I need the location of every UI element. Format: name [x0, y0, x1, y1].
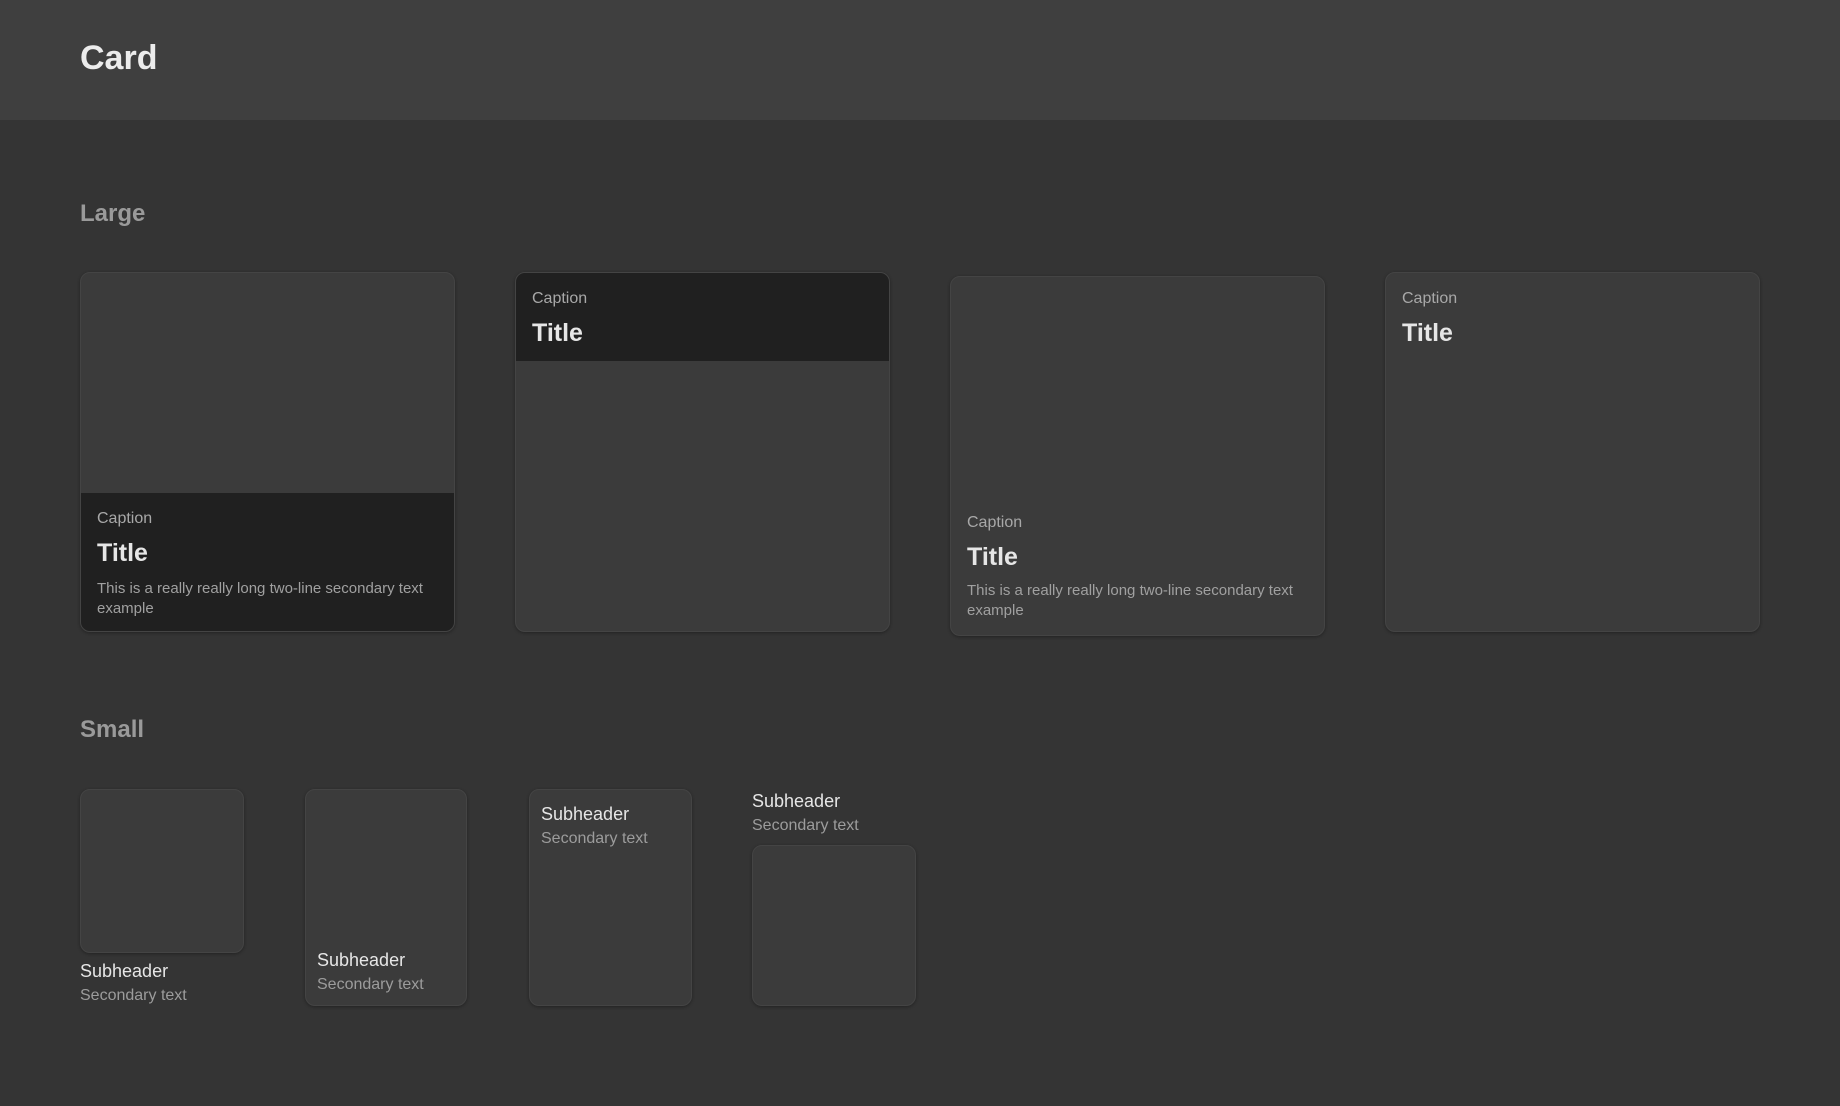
- small-card-image[interactable]: [752, 845, 916, 1006]
- small-card-subheader: Subheader: [752, 791, 841, 811]
- small-card-subheader: Subheader: [80, 961, 169, 981]
- card-title: Title: [97, 539, 148, 567]
- app-header: Card: [0, 0, 1840, 120]
- section-title-small: Small: [80, 716, 145, 743]
- card-title: Title: [532, 319, 583, 347]
- page-title: Card: [80, 39, 158, 77]
- small-card-3[interactable]: Subheader Secondary text: [529, 789, 692, 1006]
- card-text-panel: Caption Title This is a really really lo…: [81, 493, 454, 631]
- card-secondary-text: This is a really really long two-line se…: [97, 580, 423, 617]
- small-card-2[interactable]: Subheader Secondary text: [305, 789, 467, 1006]
- large-card-4[interactable]: Caption Title: [1385, 272, 1760, 632]
- small-card-secondary-text: Secondary text: [317, 976, 424, 993]
- card-caption: Caption: [97, 510, 153, 527]
- small-card-secondary-text: Secondary text: [80, 987, 187, 1004]
- small-card-secondary-text: Secondary text: [541, 830, 648, 847]
- card-header-panel: Caption Title: [516, 273, 889, 361]
- card-caption: Caption: [532, 290, 588, 307]
- small-card-subheader: Subheader: [317, 950, 406, 970]
- card-title: Title: [1402, 319, 1453, 347]
- card-secondary-text: This is a really really long two-line se…: [967, 582, 1293, 619]
- card-title: Title: [967, 543, 1018, 571]
- small-card-subheader: Subheader: [541, 804, 630, 824]
- card-caption: Caption: [967, 514, 1023, 531]
- large-card-2[interactable]: Caption Title: [515, 272, 890, 632]
- large-card-3[interactable]: Caption Title This is a really really lo…: [950, 276, 1325, 636]
- large-card-1[interactable]: Caption Title This is a really really lo…: [80, 272, 455, 632]
- section-title-large: Large: [80, 200, 146, 227]
- small-card-image[interactable]: [80, 789, 244, 953]
- card-caption: Caption: [1402, 290, 1458, 307]
- small-card-secondary-text: Secondary text: [752, 817, 859, 834]
